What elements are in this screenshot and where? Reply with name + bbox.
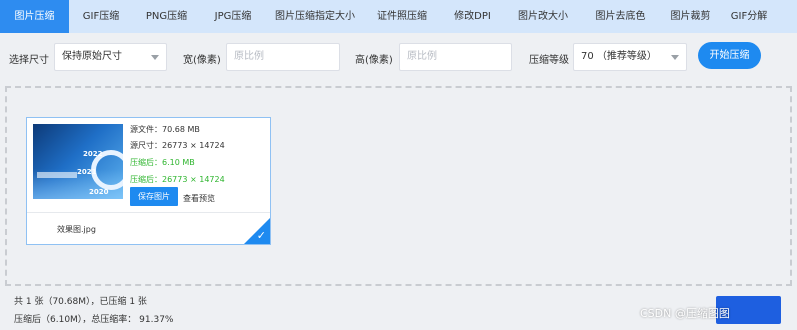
view-preview-link[interactable]: 查看预览 — [183, 193, 215, 204]
level-label: 压缩等级 — [529, 55, 569, 66]
source-size-value: 26773 × 14724 — [162, 141, 225, 150]
chevron-down-icon — [671, 55, 679, 60]
size-select-value: 保持原始尺寸 — [62, 51, 122, 62]
save-image-button[interactable]: 保存图片 — [130, 187, 178, 206]
width-label: 宽(像素) — [183, 55, 221, 66]
source-file-value: 70.68 MB — [162, 125, 200, 134]
tab-png-compress[interactable]: PNG压缩 — [133, 0, 200, 33]
toolbar: 选择尺寸 保持原始尺寸 宽(像素) 原比例 高(像素) 原比例 压缩等级 70 … — [0, 33, 797, 79]
chevron-down-icon — [151, 55, 159, 60]
tab-image-compress[interactable]: 图片压缩 — [0, 0, 69, 33]
source-size-row: 源尺寸：26773 × 14724 — [130, 141, 225, 150]
size-label: 选择尺寸 — [9, 55, 49, 66]
level-select-value: 70 （推荐等级） — [581, 51, 657, 62]
watermark: CSDN @压缩图图 — [640, 307, 730, 320]
file-name: 效果图.jpg — [57, 225, 96, 234]
source-file-row: 源文件：70.68 MB — [130, 125, 200, 134]
compressed-size-value: 26773 × 14724 — [162, 175, 225, 184]
thumbnail-year: 2021 — [77, 168, 97, 176]
checkmark-icon: ✓ — [256, 229, 266, 242]
height-label: 高(像素) — [355, 55, 393, 66]
thumbnail-caption-bar — [37, 172, 77, 178]
compressed-file-value: 6.10 MB — [162, 158, 195, 167]
image-thumbnail[interactable]: 2022 2021 2020 — [33, 124, 123, 199]
tab-remove-background[interactable]: 图片去底色 — [581, 0, 660, 33]
compressed-file-row: 压缩后：6.10 MB — [130, 158, 195, 167]
start-compress-button[interactable]: 开始压缩 — [698, 42, 761, 69]
height-input[interactable]: 原比例 — [399, 43, 512, 71]
thumbnail-year: 2022 — [83, 150, 103, 158]
tab-id-photo-compress[interactable]: 证件照压缩 — [364, 0, 440, 33]
tab-gif-split[interactable]: GIF分解 — [721, 0, 777, 33]
level-select[interactable]: 70 （推荐等级） — [573, 43, 687, 71]
size-select[interactable]: 保持原始尺寸 — [54, 43, 167, 71]
thumbnail-year: 2020 — [89, 188, 109, 196]
tab-resize-image[interactable]: 图片改大小 — [505, 0, 581, 33]
tab-crop-image[interactable]: 图片裁剪 — [660, 0, 721, 33]
upload-dropzone[interactable]: 2022 2021 2020 源文件：70.68 MB 源尺寸：26773 × … — [5, 86, 792, 286]
card-divider — [27, 212, 270, 213]
compressed-size-row: 压缩后：26773 × 14724 — [130, 175, 225, 184]
image-card: 2022 2021 2020 源文件：70.68 MB 源尺寸：26773 × … — [26, 117, 271, 245]
tab-bar: 图片压缩 GIF压缩 PNG压缩 JPG压缩 图片压缩指定大小 证件照压缩 修改… — [0, 0, 797, 33]
tab-compress-to-size[interactable]: 图片压缩指定大小 — [266, 0, 364, 33]
tab-gif-compress[interactable]: GIF压缩 — [69, 0, 133, 33]
summary-count: 共 1 张（70.68M），已压缩 1 张 — [14, 297, 147, 307]
tab-jpg-compress[interactable]: JPG压缩 — [200, 0, 266, 33]
width-input[interactable]: 原比例 — [226, 43, 340, 71]
summary-ratio: 压缩后（6.10M），总压缩率： 91.37% — [14, 315, 174, 325]
tab-modify-dpi[interactable]: 修改DPI — [440, 0, 505, 33]
